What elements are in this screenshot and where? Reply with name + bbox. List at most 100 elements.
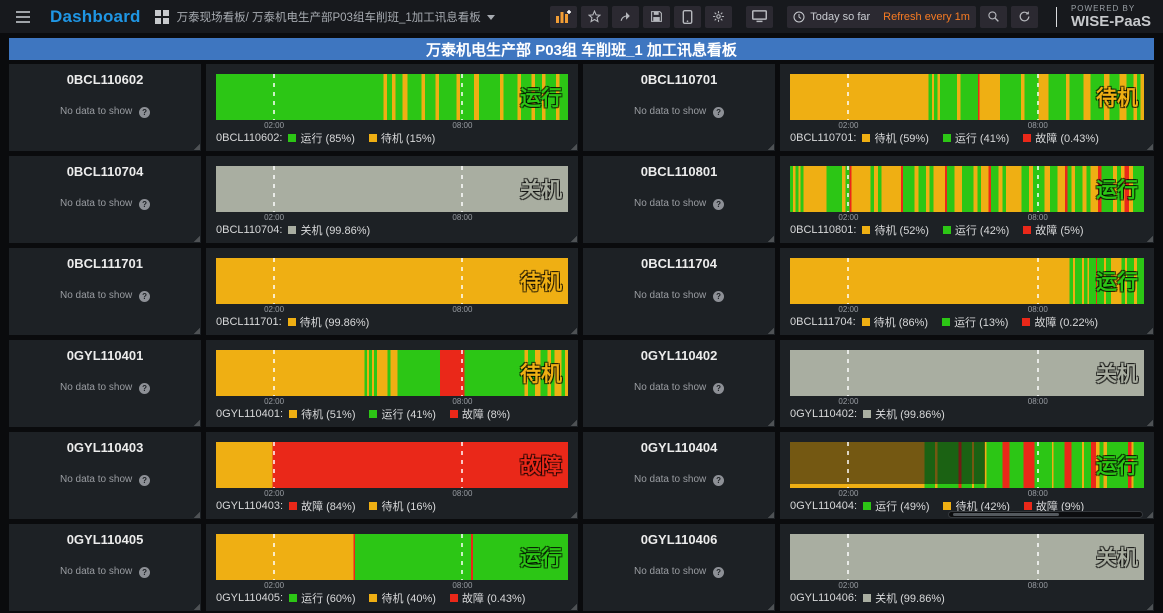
machine-info-panel[interactable]: 0GYL110401 No data to show ? xyxy=(9,340,201,427)
resize-handle[interactable] xyxy=(193,603,200,610)
status-timeline-panel[interactable]: 待机 02:0008:00 0BCL111701:待机 (99.86%) xyxy=(206,248,578,335)
machine-info-panel[interactable]: 0BCL111701 No data to show ? xyxy=(9,248,201,335)
resize-handle[interactable] xyxy=(570,143,577,150)
legend-item[interactable]: 运行 (41%) xyxy=(943,130,1009,146)
resize-handle[interactable] xyxy=(767,511,774,518)
resize-handle[interactable] xyxy=(570,419,577,426)
status-timeline-panel[interactable]: 待机 02:0008:00 0BCL110701:待机 (59%)运行 (41%… xyxy=(780,64,1154,151)
resize-handle[interactable] xyxy=(570,603,577,610)
legend-item[interactable]: 故障 (84%) xyxy=(289,498,355,514)
machine-info-panel[interactable]: 0BCL110704 No data to show ? xyxy=(9,156,201,243)
machine-info-panel[interactable]: 0BCL110701 No data to show ? xyxy=(583,64,775,151)
legend-item[interactable]: 运行 (49%) xyxy=(863,498,929,514)
timeline-strip[interactable]: 关机 xyxy=(790,534,1144,580)
resize-handle[interactable] xyxy=(1146,419,1153,426)
legend-item[interactable]: 运行 (41%) xyxy=(369,406,435,422)
resize-handle[interactable] xyxy=(1146,235,1153,242)
status-timeline-panel[interactable]: 运行 02:0008:00 0GYL110404:运行 (49%)待机 (42%… xyxy=(780,432,1154,519)
status-timeline-panel[interactable]: 运行 02:0008:00 0BCL110602:运行 (85%)待机 (15%… xyxy=(206,64,578,151)
machine-info-panel[interactable]: 0BCL110801 No data to show ? xyxy=(583,156,775,243)
timeline-strip[interactable]: 待机 xyxy=(216,350,568,396)
legend-item[interactable]: 待机 (51%) xyxy=(289,406,355,422)
legend-item[interactable]: 故障 (0.22%) xyxy=(1022,314,1098,330)
help-icon[interactable]: ? xyxy=(713,291,724,302)
resize-handle[interactable] xyxy=(767,327,774,334)
machine-info-panel[interactable]: 0GYL110404 No data to show ? xyxy=(583,432,775,519)
timeline-strip[interactable]: 关机 xyxy=(216,166,568,212)
legend-item[interactable]: 关机 (99.86%) xyxy=(288,222,370,238)
mobile-view-button[interactable] xyxy=(674,6,701,28)
help-icon[interactable]: ? xyxy=(139,291,150,302)
resize-handle[interactable] xyxy=(193,511,200,518)
timeline-strip[interactable]: 运行 xyxy=(216,74,568,120)
legend-item[interactable]: 运行 (13%) xyxy=(942,314,1008,330)
legend-item[interactable]: 故障 (0.43%) xyxy=(450,590,526,606)
help-icon[interactable]: ? xyxy=(139,383,150,394)
resize-handle[interactable] xyxy=(1146,603,1153,610)
status-timeline-panel[interactable]: 故障 02:0008:00 0GYL110403:故障 (84%)待机 (16%… xyxy=(206,432,578,519)
search-button[interactable] xyxy=(980,6,1007,28)
save-button[interactable] xyxy=(643,6,670,28)
help-icon[interactable]: ? xyxy=(713,567,724,578)
refresh-button[interactable] xyxy=(1011,6,1038,28)
legend-item[interactable]: 故障 (0.43%) xyxy=(1023,130,1099,146)
app-logo[interactable]: Dashboard xyxy=(50,7,141,27)
help-icon[interactable]: ? xyxy=(713,199,724,210)
tv-mode-button[interactable] xyxy=(746,6,773,28)
resize-handle[interactable] xyxy=(193,419,200,426)
resize-handle[interactable] xyxy=(193,327,200,334)
status-timeline-panel[interactable]: 关机 02:0008:00 0BCL110704:关机 (99.86%) xyxy=(206,156,578,243)
legend-item[interactable]: 关机 (99.86%) xyxy=(863,406,945,422)
legend-item[interactable]: 待机 (59%) xyxy=(862,130,928,146)
machine-info-panel[interactable]: 0BCL110602 No data to show ? xyxy=(9,64,201,151)
add-panel-button[interactable] xyxy=(550,6,577,28)
machine-info-panel[interactable]: 0BCL111704 No data to show ? xyxy=(583,248,775,335)
help-icon[interactable]: ? xyxy=(139,199,150,210)
resize-handle[interactable] xyxy=(1146,511,1153,518)
legend-item[interactable]: 运行 (60%) xyxy=(289,590,355,606)
resize-handle[interactable] xyxy=(193,235,200,242)
legend-item[interactable]: 关机 (99.86%) xyxy=(863,590,945,606)
legend-item[interactable]: 运行 (42%) xyxy=(943,222,1009,238)
machine-info-panel[interactable]: 0GYL110406 No data to show ? xyxy=(583,524,775,611)
resize-handle[interactable] xyxy=(570,511,577,518)
menu-icon[interactable] xyxy=(8,0,38,33)
help-icon[interactable]: ? xyxy=(139,567,150,578)
resize-handle[interactable] xyxy=(767,235,774,242)
help-icon[interactable]: ? xyxy=(713,107,724,118)
resize-handle[interactable] xyxy=(767,603,774,610)
star-button[interactable] xyxy=(581,6,608,28)
legend-item[interactable]: 待机 (52%) xyxy=(862,222,928,238)
timeline-strip[interactable]: 待机 xyxy=(216,258,568,304)
status-timeline-panel[interactable]: 运行 02:0008:00 0BCL110801:待机 (52%)运行 (42%… xyxy=(780,156,1154,243)
horizontal-scrollbar[interactable] xyxy=(948,511,1142,518)
legend-item[interactable]: 待机 (16%) xyxy=(369,498,435,514)
resize-handle[interactable] xyxy=(767,419,774,426)
legend-item[interactable]: 运行 (85%) xyxy=(288,130,354,146)
machine-info-panel[interactable]: 0GYL110402 No data to show ? xyxy=(583,340,775,427)
legend-item[interactable]: 待机 (15%) xyxy=(369,130,435,146)
time-range-picker[interactable]: Today so far Refresh every 1m xyxy=(787,6,976,28)
machine-info-panel[interactable]: 0GYL110403 No data to show ? xyxy=(9,432,201,519)
timeline-strip[interactable]: 运行 xyxy=(790,442,1144,488)
resize-handle[interactable] xyxy=(1146,143,1153,150)
dashboard-grid-icon[interactable] xyxy=(155,10,169,24)
legend-item[interactable]: 故障 (8%) xyxy=(450,406,510,422)
timeline-strip[interactable]: 运行 xyxy=(790,166,1144,212)
resize-handle[interactable] xyxy=(1146,327,1153,334)
status-timeline-panel[interactable]: 运行 02:0008:00 0GYL110405:运行 (60%)待机 (40%… xyxy=(206,524,578,611)
resize-handle[interactable] xyxy=(193,143,200,150)
help-icon[interactable]: ? xyxy=(713,383,724,394)
timeline-strip[interactable]: 关机 xyxy=(790,350,1144,396)
legend-item[interactable]: 待机 (40%) xyxy=(369,590,435,606)
legend-item[interactable]: 故障 (5%) xyxy=(1023,222,1083,238)
status-timeline-panel[interactable]: 关机 02:0008:00 0GYL110402:关机 (99.86%) xyxy=(780,340,1154,427)
help-icon[interactable]: ? xyxy=(139,475,150,486)
settings-button[interactable] xyxy=(705,6,732,28)
timeline-strip[interactable]: 运行 xyxy=(216,534,568,580)
share-button[interactable] xyxy=(612,6,639,28)
timeline-strip[interactable]: 待机 xyxy=(790,74,1144,120)
breadcrumb[interactable]: 万泰现场看板/ 万泰机电生产部P03组车削班_1加工讯息看板 xyxy=(177,9,495,25)
resize-handle[interactable] xyxy=(767,143,774,150)
machine-info-panel[interactable]: 0GYL110405 No data to show ? xyxy=(9,524,201,611)
